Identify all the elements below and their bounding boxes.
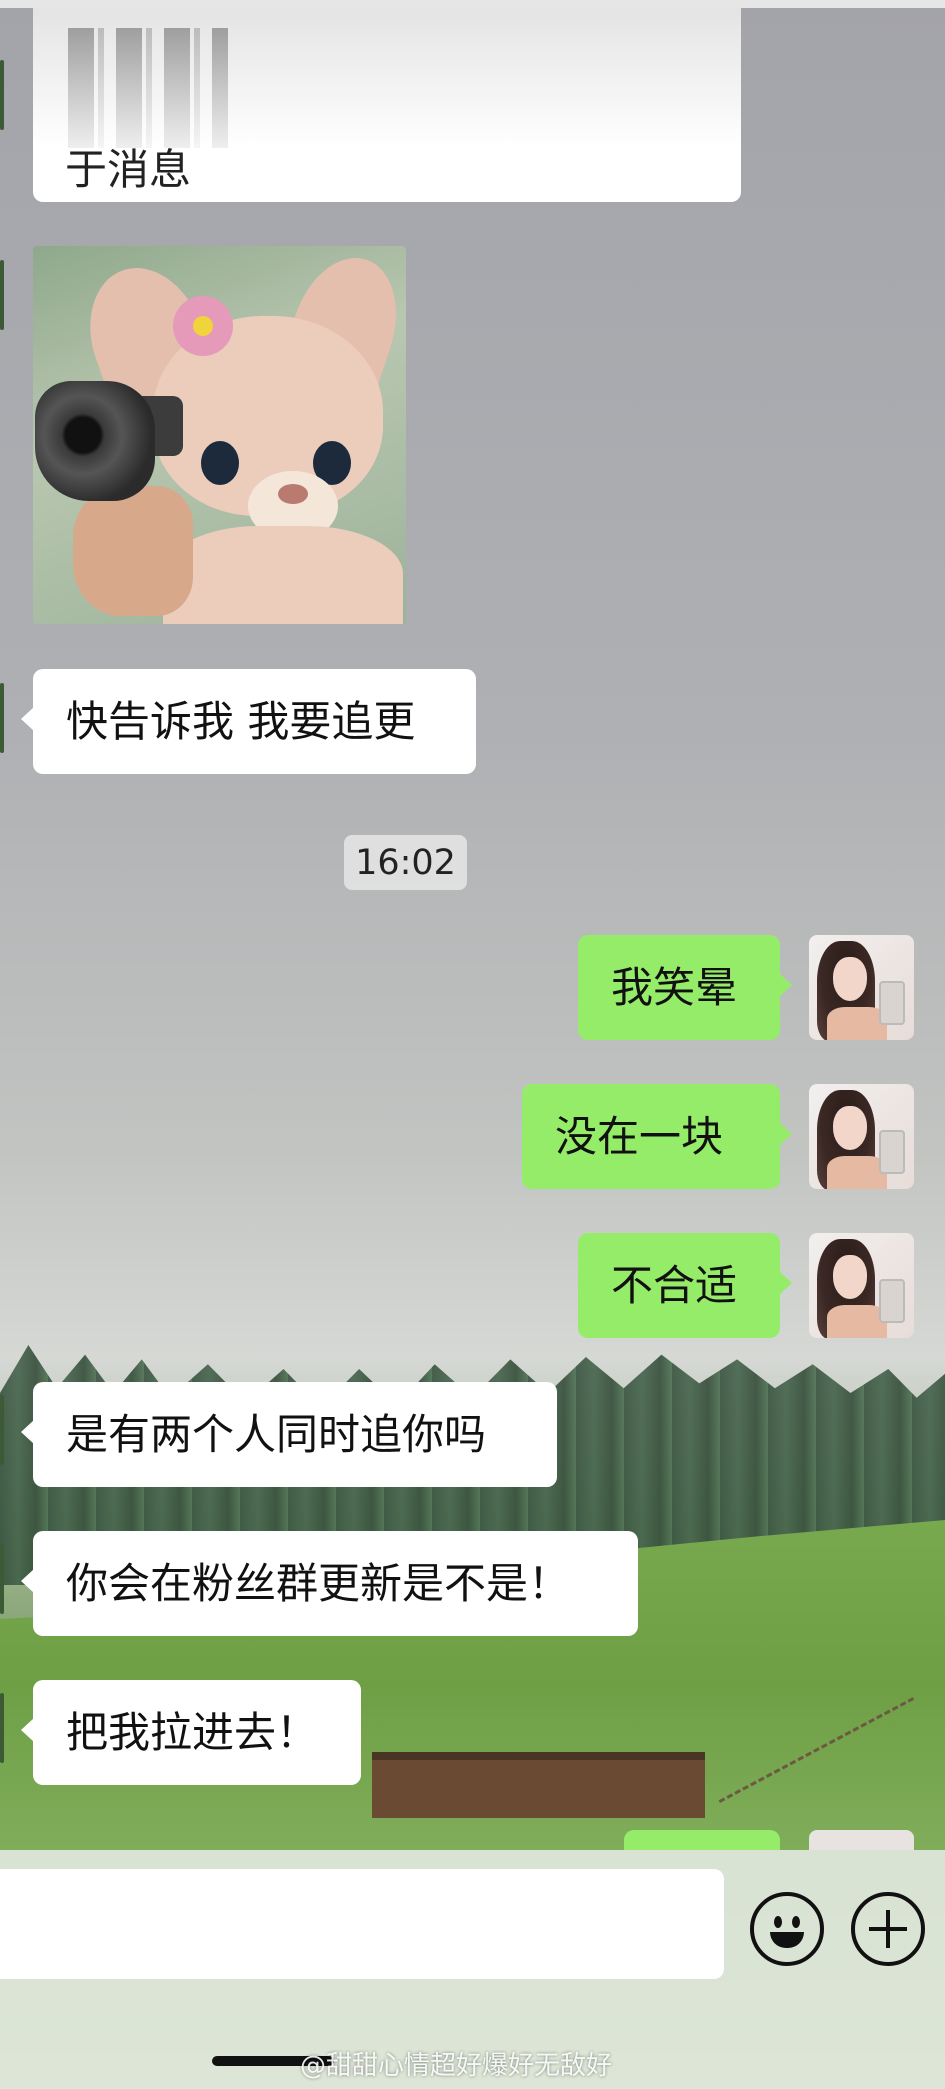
fade-overlay bbox=[33, 8, 741, 148]
sticker-eye bbox=[201, 441, 239, 485]
avatar-face bbox=[833, 1106, 867, 1150]
plus-icon[interactable] bbox=[851, 1892, 925, 1966]
emoji-mouth bbox=[770, 1932, 804, 1948]
user-avatar[interactable] bbox=[809, 935, 914, 1040]
sticker-flower-center bbox=[193, 316, 213, 336]
sticker-hand bbox=[73, 486, 193, 616]
message-input[interactable] bbox=[0, 1869, 724, 1979]
contact-avatar-edge[interactable] bbox=[0, 1544, 4, 1614]
plus-vertical bbox=[886, 1910, 890, 1948]
message-text: 没在一块 bbox=[555, 1111, 724, 1161]
partial-message-bubble[interactable]: 于消息 bbox=[33, 8, 741, 202]
avatar-body bbox=[827, 1156, 887, 1189]
emoji-eye bbox=[774, 1916, 782, 1928]
background-cabin bbox=[530, 1752, 705, 1818]
received-message-bubble[interactable]: 你会在粉丝群更新是不是！ bbox=[21, 1531, 638, 1636]
sticker-gun bbox=[35, 381, 155, 501]
message-text: 你会在粉丝群更新是不是！ bbox=[66, 1558, 571, 1608]
partial-sent-bubble[interactable] bbox=[624, 1830, 780, 1850]
timestamp-text: 16:02 bbox=[355, 842, 456, 883]
message-text: 是有两个人同时追你吗 bbox=[66, 1409, 487, 1459]
top-strip bbox=[0, 0, 945, 8]
sent-message-bubble[interactable]: 没在一块 bbox=[522, 1084, 792, 1189]
contact-avatar-edge[interactable] bbox=[0, 60, 4, 130]
sticker-body bbox=[163, 526, 403, 624]
contact-avatar-edge[interactable] bbox=[0, 260, 4, 330]
user-avatar[interactable] bbox=[809, 1084, 914, 1189]
avatar-face bbox=[833, 957, 867, 1001]
received-message-bubble[interactable]: 快告诉我 我要追更 bbox=[21, 669, 476, 774]
sent-message-bubble[interactable]: 我笑晕 bbox=[578, 935, 792, 1040]
background-cabin bbox=[372, 1752, 542, 1818]
sent-message-bubble[interactable]: 不合适 bbox=[578, 1233, 792, 1338]
message-text: 快告诉我 我要追更 bbox=[66, 696, 416, 746]
received-message-bubble[interactable]: 把我拉进去！ bbox=[21, 1680, 361, 1785]
message-text: 我笑晕 bbox=[611, 962, 738, 1012]
sticker-nose bbox=[278, 484, 308, 504]
avatar-phone bbox=[879, 981, 905, 1025]
message-text: 不合适 bbox=[611, 1260, 738, 1310]
sticker-image[interactable] bbox=[33, 246, 406, 624]
avatar-phone bbox=[879, 1279, 905, 1323]
partial-user-avatar[interactable] bbox=[809, 1830, 914, 1850]
avatar-phone bbox=[879, 1130, 905, 1174]
avatar-face bbox=[833, 1255, 867, 1299]
message-text: 把我拉进去！ bbox=[66, 1707, 319, 1757]
emoji-icon[interactable] bbox=[750, 1892, 824, 1966]
emoji-eye bbox=[792, 1916, 800, 1928]
avatar-body bbox=[827, 1305, 887, 1338]
user-avatar[interactable] bbox=[809, 1233, 914, 1338]
message-timestamp: 16:02 bbox=[344, 835, 467, 890]
partial-message-text: 于消息 bbox=[65, 145, 192, 194]
contact-avatar-edge[interactable] bbox=[0, 1693, 4, 1763]
contact-avatar-edge[interactable] bbox=[0, 683, 4, 753]
received-message-bubble[interactable]: 是有两个人同时追你吗 bbox=[21, 1382, 557, 1487]
watermark-text: @甜甜心情超好爆好无敌好 bbox=[300, 2051, 613, 2081]
avatar-body bbox=[827, 1007, 887, 1040]
contact-avatar-edge[interactable] bbox=[0, 1395, 4, 1465]
